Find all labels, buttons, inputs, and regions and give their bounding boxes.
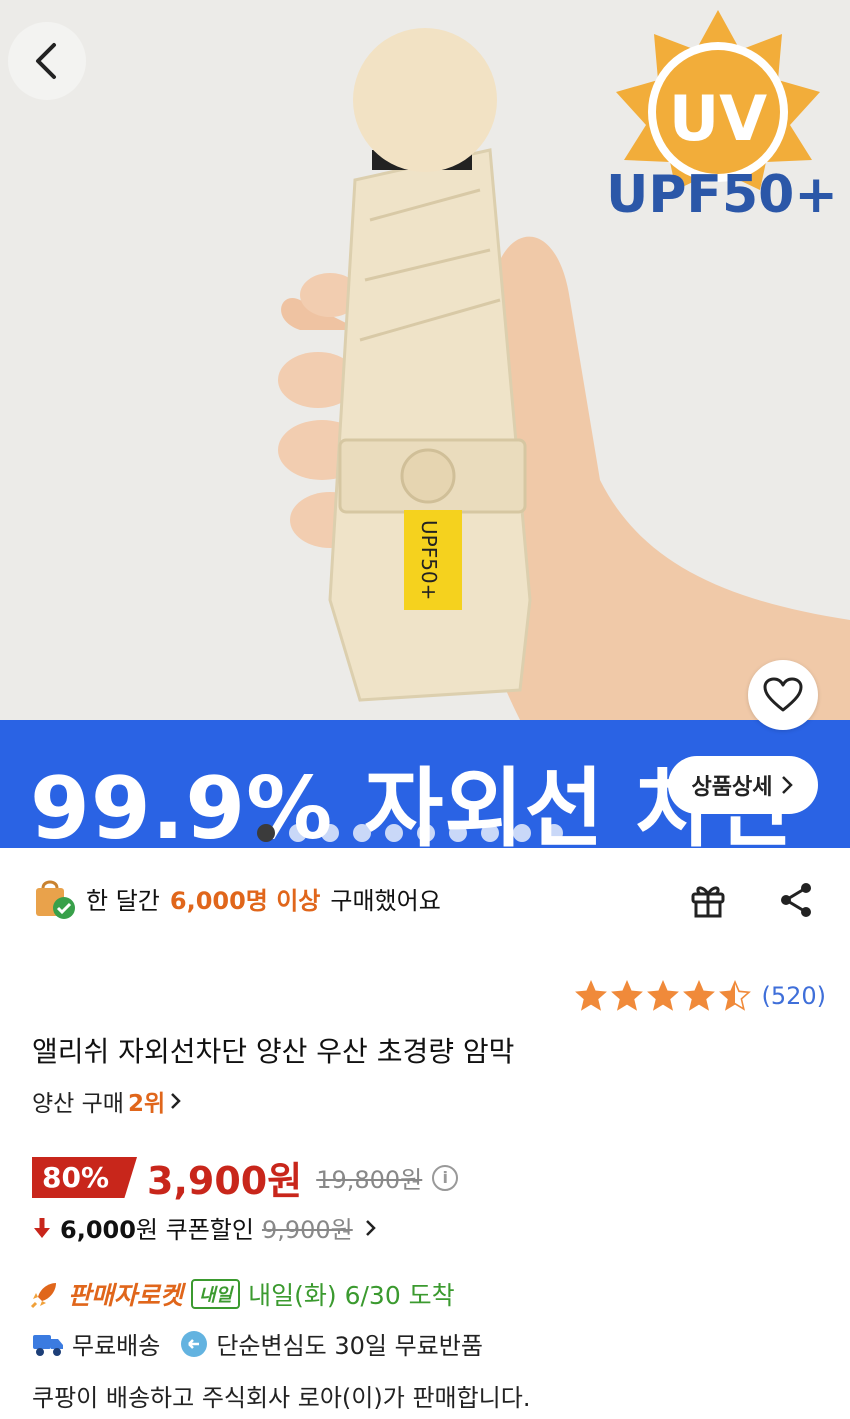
coupon-label: 원 쿠폰할인 bbox=[135, 1216, 254, 1244]
star-icon bbox=[611, 980, 644, 1011]
tomorrow-badge: 내일 bbox=[191, 1279, 241, 1309]
return-icon bbox=[181, 1330, 208, 1357]
arrival-date: 내일(화) 6/30 도착 bbox=[248, 1281, 455, 1310]
carousel-dot[interactable] bbox=[321, 824, 339, 842]
price-info-icon[interactable]: i bbox=[432, 1164, 459, 1191]
coupon-amount: 6,000 bbox=[60, 1216, 136, 1244]
gift-icon bbox=[691, 886, 725, 918]
star-icon bbox=[683, 980, 716, 1011]
back-button[interactable] bbox=[8, 22, 86, 100]
heart-icon bbox=[763, 677, 803, 712]
carousel-dot[interactable] bbox=[481, 824, 499, 842]
shipping-info: 무료배송 단순변심도 30일 무료반품 bbox=[32, 1326, 483, 1361]
category-rank-link[interactable]: 양산 구매 2위 bbox=[32, 1084, 183, 1118]
original-price: 19,800원 bbox=[316, 1166, 423, 1194]
chevron-right-icon bbox=[782, 776, 794, 794]
star-icon bbox=[575, 980, 608, 1011]
delivery-eta: 판매자로켓 내일 내일(화) 6/30 도착 bbox=[30, 1276, 455, 1312]
arrow-down-icon bbox=[34, 1217, 50, 1238]
purchase-suffix: 구매했어요 bbox=[330, 886, 441, 915]
shopping-bag-check-icon bbox=[36, 880, 75, 919]
purchase-highlight: 6,000명 이상 bbox=[169, 886, 321, 915]
purchase-prefix: 한 달간 bbox=[86, 886, 160, 915]
chevron-right-icon bbox=[365, 1219, 376, 1236]
rating-summary[interactable]: (520) bbox=[575, 980, 826, 1012]
truck-icon bbox=[33, 1334, 63, 1356]
seller-info: 쿠팡이 배송하고 주식회사 로아(이)가 판매합니다. bbox=[32, 1384, 531, 1412]
sale-price: 3,900원 bbox=[147, 1159, 303, 1203]
umbrella-tag-text: UPF50+ bbox=[417, 520, 441, 600]
product-detail-button[interactable]: 상품상세 bbox=[668, 756, 818, 814]
carousel-indicator bbox=[257, 824, 563, 842]
discount-badge: 80% bbox=[32, 1157, 138, 1198]
star-icon bbox=[719, 980, 752, 1011]
share-icon bbox=[781, 883, 811, 917]
coupon-before-price: 9,900원 bbox=[261, 1216, 353, 1244]
product-title: 앨리쉬 자외선차단 양산 우산 초경량 암막 bbox=[32, 1035, 515, 1068]
rating-stars bbox=[575, 980, 752, 1012]
coupon-discount-link[interactable]: 6,000원 쿠폰할인 9,900원 bbox=[32, 1210, 381, 1245]
purchase-stats: 한 달간 6,000명 이상 구매했어요 bbox=[32, 876, 441, 920]
carousel-dot[interactable] bbox=[289, 824, 307, 842]
review-count[interactable]: (520) bbox=[761, 982, 826, 1010]
carousel-dot[interactable] bbox=[449, 824, 467, 842]
svg-text:UPF50+: UPF50+ bbox=[606, 165, 838, 225]
carousel-dot[interactable] bbox=[417, 824, 435, 842]
rank-prefix: 양산 구매 bbox=[32, 1091, 124, 1117]
product-photo: UPF50+ UV UPF50+ bbox=[0, 0, 850, 720]
product-image-carousel[interactable]: UPF50+ UV UPF50+ 99.9% 자외선 차단 상품상세 bbox=[0, 0, 850, 848]
share-button[interactable] bbox=[772, 876, 820, 924]
carousel-dot[interactable] bbox=[353, 824, 371, 842]
chevron-left-icon bbox=[36, 43, 56, 79]
rocket-icon bbox=[30, 1283, 56, 1309]
carousel-dot[interactable] bbox=[385, 824, 403, 842]
free-shipping-label: 무료배송 bbox=[72, 1332, 161, 1360]
chevron-right-icon bbox=[171, 1093, 181, 1109]
product-detail-label: 상품상세 bbox=[691, 775, 773, 800]
wishlist-button[interactable] bbox=[748, 660, 818, 730]
gift-button[interactable] bbox=[684, 876, 732, 924]
svg-text:UV: UV bbox=[669, 82, 767, 155]
star-icon bbox=[647, 980, 680, 1011]
carousel-dot[interactable] bbox=[545, 824, 563, 842]
price-row: 80% 3,900원 19,800원 i bbox=[32, 1150, 459, 1205]
rocket-label: 판매자로켓 bbox=[68, 1281, 184, 1310]
free-return-label: 단순변심도 30일 무료반품 bbox=[216, 1332, 483, 1360]
carousel-dot[interactable] bbox=[513, 824, 531, 842]
rank-number: 2위 bbox=[127, 1091, 166, 1117]
carousel-dot[interactable] bbox=[257, 824, 275, 842]
